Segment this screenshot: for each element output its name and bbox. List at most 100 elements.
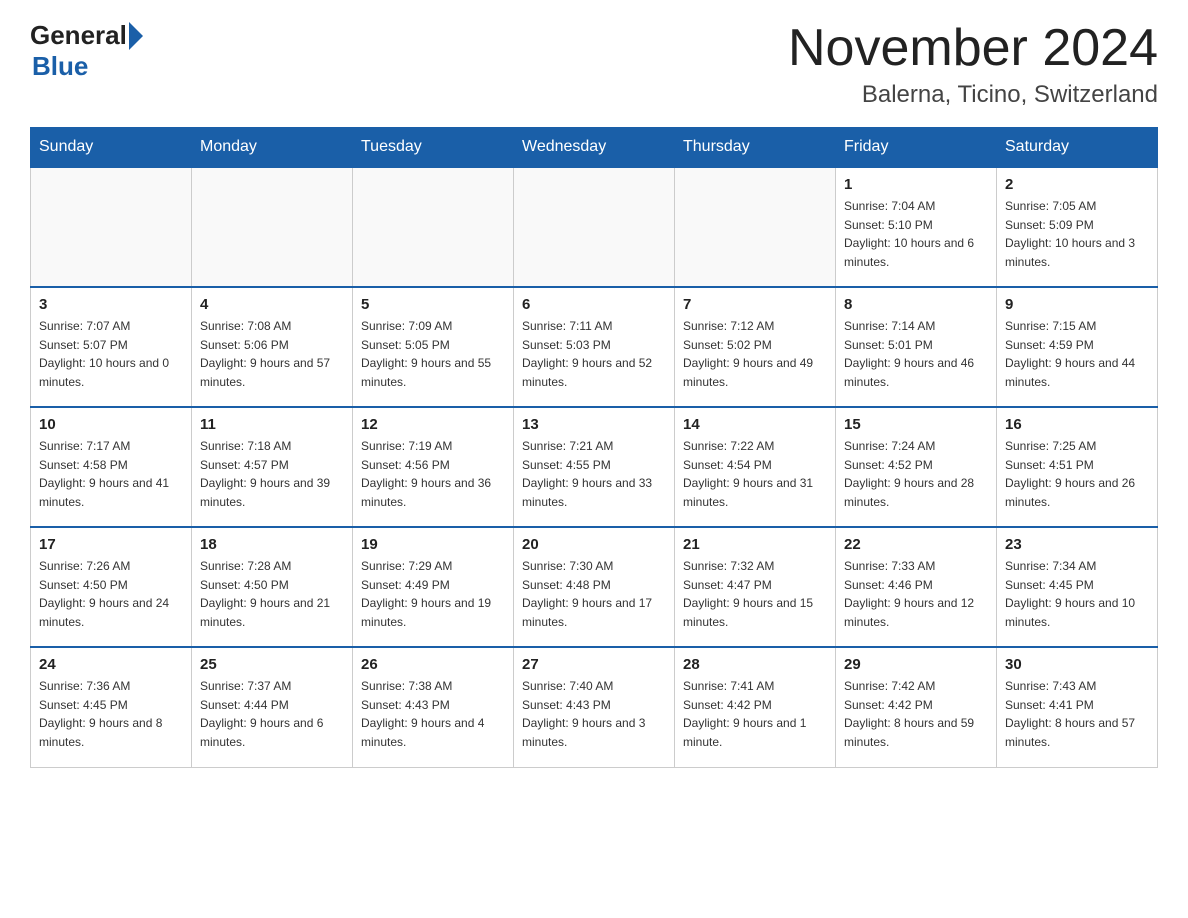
calendar-week-row: 10 Sunrise: 7:17 AM Sunset: 4:58 PM Dayli… [31, 407, 1158, 527]
calendar-table: SundayMondayTuesdayWednesdayThursdayFrid… [30, 127, 1158, 768]
day-number: 20 [522, 536, 666, 553]
day-info-text: Sunrise: 7:14 AM Sunset: 5:01 PM Dayligh… [844, 317, 988, 391]
day-number: 18 [200, 536, 344, 553]
day-info-text: Sunrise: 7:17 AM Sunset: 4:58 PM Dayligh… [39, 437, 183, 511]
day-info-text: Sunrise: 7:11 AM Sunset: 5:03 PM Dayligh… [522, 317, 666, 391]
calendar-day-cell: 5 Sunrise: 7:09 AM Sunset: 5:05 PM Daylig… [353, 287, 514, 407]
day-info-text: Sunrise: 7:26 AM Sunset: 4:50 PM Dayligh… [39, 557, 183, 631]
calendar-day-cell [353, 167, 514, 287]
month-year-title: November 2024 [788, 20, 1158, 77]
calendar-day-cell [675, 167, 836, 287]
day-of-week-header: Wednesday [514, 128, 675, 168]
logo-arrow-icon [129, 22, 143, 50]
calendar-day-cell: 28 Sunrise: 7:41 AM Sunset: 4:42 PM Dayli… [675, 647, 836, 767]
calendar-body: 1 Sunrise: 7:04 AM Sunset: 5:10 PM Daylig… [31, 167, 1158, 767]
day-number: 6 [522, 296, 666, 313]
day-number: 15 [844, 416, 988, 433]
day-info-text: Sunrise: 7:08 AM Sunset: 5:06 PM Dayligh… [200, 317, 344, 391]
day-number: 25 [200, 656, 344, 673]
calendar-day-cell: 24 Sunrise: 7:36 AM Sunset: 4:45 PM Dayli… [31, 647, 192, 767]
calendar-day-cell [192, 167, 353, 287]
calendar-day-cell: 12Sunrise: 7:19 AM Sunset: 4:56 PM Dayli… [353, 407, 514, 527]
calendar-header: SundayMondayTuesdayWednesdayThursdayFrid… [31, 128, 1158, 168]
calendar-day-cell: 9Sunrise: 7:15 AM Sunset: 4:59 PM Daylig… [997, 287, 1158, 407]
calendar-day-cell: 4 Sunrise: 7:08 AM Sunset: 5:06 PM Daylig… [192, 287, 353, 407]
calendar-day-cell: 10 Sunrise: 7:17 AM Sunset: 4:58 PM Dayli… [31, 407, 192, 527]
day-info-text: Sunrise: 7:33 AM Sunset: 4:46 PM Dayligh… [844, 557, 988, 631]
day-info-text: Sunrise: 7:15 AM Sunset: 4:59 PM Dayligh… [1005, 317, 1149, 391]
day-info-text: Sunrise: 7:32 AM Sunset: 4:47 PM Dayligh… [683, 557, 827, 631]
day-info-text: Sunrise: 7:04 AM Sunset: 5:10 PM Dayligh… [844, 197, 988, 271]
logo-top: General [30, 20, 145, 51]
calendar-day-cell: 27 Sunrise: 7:40 AM Sunset: 4:43 PM Dayli… [514, 647, 675, 767]
day-number: 30 [1005, 656, 1149, 673]
day-info-text: Sunrise: 7:22 AM Sunset: 4:54 PM Dayligh… [683, 437, 827, 511]
day-number: 28 [683, 656, 827, 673]
day-number: 10 [39, 416, 183, 433]
calendar-day-cell: 13 Sunrise: 7:21 AM Sunset: 4:55 PM Dayli… [514, 407, 675, 527]
day-of-week-header: Tuesday [353, 128, 514, 168]
header-row: SundayMondayTuesdayWednesdayThursdayFrid… [31, 128, 1158, 168]
day-info-text: Sunrise: 7:18 AM Sunset: 4:57 PM Dayligh… [200, 437, 344, 511]
day-info-text: Sunrise: 7:29 AM Sunset: 4:49 PM Dayligh… [361, 557, 505, 631]
location-subtitle: Balerna, Ticino, Switzerland [788, 81, 1158, 109]
day-number: 2 [1005, 176, 1149, 193]
logo-blue-text: Blue [32, 51, 88, 82]
calendar-day-cell: 25 Sunrise: 7:37 AM Sunset: 4:44 PM Dayli… [192, 647, 353, 767]
day-info-text: Sunrise: 7:40 AM Sunset: 4:43 PM Dayligh… [522, 677, 666, 751]
calendar-week-row: 1 Sunrise: 7:04 AM Sunset: 5:10 PM Daylig… [31, 167, 1158, 287]
calendar-day-cell: 14Sunrise: 7:22 AM Sunset: 4:54 PM Dayli… [675, 407, 836, 527]
calendar-day-cell [31, 167, 192, 287]
calendar-day-cell: 29 Sunrise: 7:42 AM Sunset: 4:42 PM Dayli… [836, 647, 997, 767]
day-number: 29 [844, 656, 988, 673]
day-info-text: Sunrise: 7:09 AM Sunset: 5:05 PM Dayligh… [361, 317, 505, 391]
day-number: 4 [200, 296, 344, 313]
calendar-day-cell: 8 Sunrise: 7:14 AM Sunset: 5:01 PM Daylig… [836, 287, 997, 407]
calendar-day-cell [514, 167, 675, 287]
calendar-day-cell: 1 Sunrise: 7:04 AM Sunset: 5:10 PM Daylig… [836, 167, 997, 287]
day-of-week-header: Thursday [675, 128, 836, 168]
day-info-text: Sunrise: 7:36 AM Sunset: 4:45 PM Dayligh… [39, 677, 183, 751]
calendar-day-cell: 3Sunrise: 7:07 AM Sunset: 5:07 PM Daylig… [31, 287, 192, 407]
day-info-text: Sunrise: 7:07 AM Sunset: 5:07 PM Dayligh… [39, 317, 183, 391]
calendar-day-cell: 16 Sunrise: 7:25 AM Sunset: 4:51 PM Dayli… [997, 407, 1158, 527]
day-info-text: Sunrise: 7:28 AM Sunset: 4:50 PM Dayligh… [200, 557, 344, 631]
calendar-week-row: 17Sunrise: 7:26 AM Sunset: 4:50 PM Dayli… [31, 527, 1158, 647]
day-number: 22 [844, 536, 988, 553]
day-info-text: Sunrise: 7:30 AM Sunset: 4:48 PM Dayligh… [522, 557, 666, 631]
title-block: November 2024 Balerna, Ticino, Switzerla… [788, 20, 1158, 109]
page-header: General Blue November 2024 Balerna, Tici… [30, 20, 1158, 109]
calendar-day-cell: 30 Sunrise: 7:43 AM Sunset: 4:41 PM Dayli… [997, 647, 1158, 767]
calendar-day-cell: 26 Sunrise: 7:38 AM Sunset: 4:43 PM Dayli… [353, 647, 514, 767]
logo-general-text: General [30, 20, 127, 51]
day-info-text: Sunrise: 7:05 AM Sunset: 5:09 PM Dayligh… [1005, 197, 1149, 271]
calendar-day-cell: 11 Sunrise: 7:18 AM Sunset: 4:57 PM Dayli… [192, 407, 353, 527]
day-info-text: Sunrise: 7:43 AM Sunset: 4:41 PM Dayligh… [1005, 677, 1149, 751]
day-number: 23 [1005, 536, 1149, 553]
day-number: 24 [39, 656, 183, 673]
calendar-day-cell: 19Sunrise: 7:29 AM Sunset: 4:49 PM Dayli… [353, 527, 514, 647]
calendar-day-cell: 17Sunrise: 7:26 AM Sunset: 4:50 PM Dayli… [31, 527, 192, 647]
day-number: 16 [1005, 416, 1149, 433]
day-number: 13 [522, 416, 666, 433]
day-info-text: Sunrise: 7:21 AM Sunset: 4:55 PM Dayligh… [522, 437, 666, 511]
day-info-text: Sunrise: 7:41 AM Sunset: 4:42 PM Dayligh… [683, 677, 827, 751]
day-of-week-header: Sunday [31, 128, 192, 168]
day-number: 1 [844, 176, 988, 193]
day-info-text: Sunrise: 7:37 AM Sunset: 4:44 PM Dayligh… [200, 677, 344, 751]
day-info-text: Sunrise: 7:25 AM Sunset: 4:51 PM Dayligh… [1005, 437, 1149, 511]
day-info-text: Sunrise: 7:38 AM Sunset: 4:43 PM Dayligh… [361, 677, 505, 751]
day-info-text: Sunrise: 7:34 AM Sunset: 4:45 PM Dayligh… [1005, 557, 1149, 631]
calendar-week-row: 3Sunrise: 7:07 AM Sunset: 5:07 PM Daylig… [31, 287, 1158, 407]
day-number: 11 [200, 416, 344, 433]
day-info-text: Sunrise: 7:12 AM Sunset: 5:02 PM Dayligh… [683, 317, 827, 391]
day-info-text: Sunrise: 7:19 AM Sunset: 4:56 PM Dayligh… [361, 437, 505, 511]
day-number: 8 [844, 296, 988, 313]
day-info-text: Sunrise: 7:42 AM Sunset: 4:42 PM Dayligh… [844, 677, 988, 751]
day-number: 26 [361, 656, 505, 673]
day-number: 21 [683, 536, 827, 553]
day-number: 5 [361, 296, 505, 313]
calendar-day-cell: 18 Sunrise: 7:28 AM Sunset: 4:50 PM Dayli… [192, 527, 353, 647]
day-number: 27 [522, 656, 666, 673]
calendar-day-cell: 23 Sunrise: 7:34 AM Sunset: 4:45 PM Dayli… [997, 527, 1158, 647]
